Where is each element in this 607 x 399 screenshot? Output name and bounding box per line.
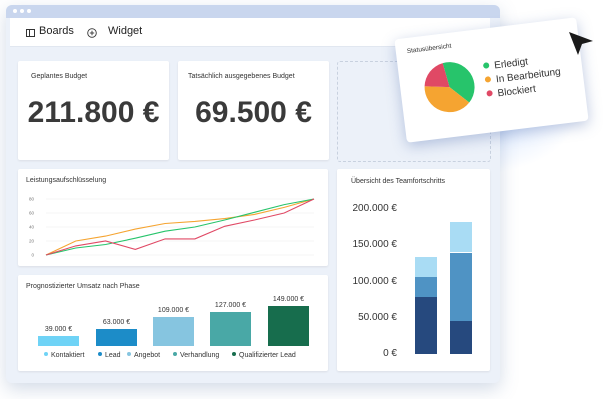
bar-value-label: 63.000 €	[102, 319, 131, 327]
y-tick-label: 40	[29, 225, 35, 230]
bar[interactable]	[268, 306, 309, 346]
legend-label: Kontaktiert	[51, 352, 85, 359]
card-title: Geplantes Budget	[31, 73, 88, 80]
legend-label: Lead	[105, 352, 121, 359]
card-title: Tatsächlich ausgegebenes Budget	[188, 73, 295, 80]
status-popup[interactable]: Statusübersicht Erledigt In Bearbeitung …	[394, 17, 589, 143]
stack-segment[interactable]	[450, 252, 472, 322]
window-dot[interactable]	[20, 9, 24, 13]
y-tick-label: 60	[29, 211, 35, 216]
legend-item: Lead	[98, 352, 121, 359]
widget-button[interactable]: Widget	[108, 25, 142, 37]
y-tick-label: 150.000 €	[352, 239, 398, 251]
legend-dot	[173, 352, 177, 356]
legend-item: Kontaktiert	[44, 352, 84, 359]
legend-label: Verhandlung	[180, 352, 220, 359]
bar[interactable]	[96, 329, 137, 346]
kpi-value: 211.800 €	[27, 96, 160, 129]
legend-item-blocked: Blockiert	[486, 84, 536, 101]
bar[interactable]	[153, 316, 194, 346]
stack-segment[interactable]	[415, 256, 437, 278]
legend-dot	[44, 352, 48, 356]
stack-segment[interactable]	[450, 321, 472, 354]
y-tick-label: 200.000 €	[352, 203, 398, 214]
bar-value-label: 39.000 €	[44, 325, 73, 333]
window-dot[interactable]	[13, 9, 17, 13]
y-tick-label: 80	[29, 197, 35, 202]
y-tick-label: 50.000 €	[358, 311, 397, 323]
y-tick-label: 20	[29, 239, 35, 244]
window-titlebar	[6, 5, 500, 18]
legend-label: Qualifizierter Lead	[239, 352, 296, 359]
stack-segment[interactable]	[415, 277, 437, 298]
legend-item: Angebot	[127, 352, 160, 359]
legend-item: Qualifizierter Lead	[232, 352, 296, 359]
legend-dot	[232, 352, 236, 356]
legend-item: Verhandlung	[173, 352, 219, 359]
boards-button[interactable]: Boards	[39, 25, 74, 37]
y-tick-label: 100.000 €	[352, 275, 398, 287]
card-title: Übersicht des Teamfortschritts	[351, 178, 446, 185]
legend-dot	[484, 76, 492, 83]
line-chart-card[interactable]: Leistungsaufschlüsselung 80 60 40 20 0	[18, 169, 328, 266]
status-pie-chart	[424, 62, 475, 113]
legend-label: Blockiert	[497, 83, 537, 100]
kpi-card-actual-budget[interactable]: Tatsächlich ausgegebenes Budget 69.500 €	[178, 61, 329, 160]
window-dot[interactable]	[27, 9, 31, 13]
line-chart: 80 60 40 20 0	[29, 197, 315, 258]
y-tick-label: 0 €	[383, 348, 397, 359]
add-circle-icon[interactable]	[87, 28, 97, 38]
legend-dot	[98, 352, 102, 356]
legend-dot	[486, 89, 493, 97]
bar-value-label: 127.000 €	[214, 301, 247, 309]
card-title: Prognostizierter Umsatz nach Phase	[26, 283, 140, 290]
stack-segment[interactable]	[415, 297, 437, 354]
mouse-cursor-icon	[569, 32, 593, 55]
popup-title: Statusübersicht	[406, 42, 452, 56]
legend-dot	[482, 62, 490, 69]
bar[interactable]	[38, 335, 79, 346]
board-icon	[26, 29, 35, 37]
kpi-card-planned-budget[interactable]: Geplantes Budget 211.800 €	[18, 61, 169, 160]
legend-label: Erledigt	[493, 56, 529, 72]
kpi-value: 69.500 €	[195, 96, 312, 129]
stack-segment[interactable]	[450, 222, 472, 253]
bar-value-label: 149.000 €	[272, 296, 305, 303]
legend-label: Angebot	[134, 352, 161, 359]
bar-value-label: 109.000 €	[157, 306, 190, 314]
legend-dot	[127, 352, 131, 356]
y-tick-label: 0	[31, 253, 34, 258]
bar[interactable]	[210, 311, 251, 346]
